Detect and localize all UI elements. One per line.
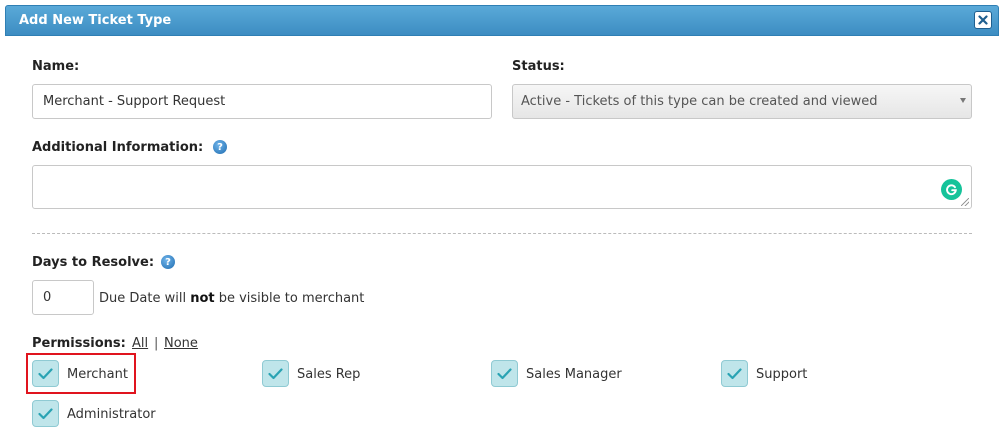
- close-icon[interactable]: [974, 11, 992, 29]
- administrator-checkbox-label[interactable]: Administrator: [67, 407, 156, 422]
- administrator-checkbox[interactable]: [32, 400, 59, 427]
- merchant-checkbox[interactable]: [32, 360, 59, 387]
- add-ticket-type-dialog: Add New Ticket Type Name: Status: Active…: [0, 0, 1002, 441]
- checkmark-icon: [38, 367, 53, 379]
- chevron-down-icon: [960, 98, 966, 103]
- name-field[interactable]: [32, 84, 492, 119]
- dialog-titlebar: Add New Ticket Type: [5, 5, 999, 36]
- help-glyph: ?: [217, 141, 223, 153]
- checkmark-icon: [497, 367, 512, 379]
- help-icon[interactable]: ?: [213, 140, 227, 154]
- status-select-value: Active - Tickets of this type can be cre…: [521, 94, 878, 109]
- days-to-resolve-label: Days to Resolve:: [32, 255, 155, 270]
- grammarly-icon[interactable]: [941, 179, 962, 200]
- sales-manager-checkbox-label[interactable]: Sales Manager: [526, 367, 622, 382]
- due-date-note-pre: Due Date will: [99, 291, 191, 306]
- sales-rep-checkbox-label[interactable]: Sales Rep: [297, 367, 360, 382]
- name-label: Name:: [32, 59, 80, 74]
- due-date-note: Due Date will not be visible to merchant: [99, 291, 364, 306]
- additional-info-textarea[interactable]: [32, 165, 972, 209]
- link-separator: |: [154, 336, 159, 351]
- help-glyph: ?: [165, 256, 171, 268]
- support-checkbox[interactable]: [721, 360, 748, 387]
- permissions-label: Permissions:: [32, 336, 126, 351]
- checkmark-icon: [268, 367, 283, 379]
- checkmark-icon: [727, 367, 742, 379]
- checkmark-icon: [38, 407, 53, 419]
- sales-manager-checkbox[interactable]: [491, 360, 518, 387]
- additional-info-label: Additional Information:: [32, 140, 204, 155]
- section-divider: [32, 233, 972, 234]
- select-none-link[interactable]: None: [164, 336, 198, 351]
- help-icon[interactable]: ?: [161, 255, 175, 269]
- select-all-link[interactable]: All: [132, 336, 148, 351]
- sales-rep-checkbox[interactable]: [262, 360, 289, 387]
- support-checkbox-label[interactable]: Support: [756, 367, 807, 382]
- due-date-note-post: be visible to merchant: [214, 291, 365, 306]
- status-label: Status:: [512, 59, 565, 74]
- resize-handle[interactable]: [961, 198, 969, 206]
- merchant-checkbox-label[interactable]: Merchant: [67, 367, 128, 382]
- days-to-resolve-field[interactable]: [32, 280, 94, 315]
- dialog-title: Add New Ticket Type: [19, 13, 172, 28]
- due-date-note-bold: not: [190, 291, 215, 306]
- status-select[interactable]: Active - Tickets of this type can be cre…: [512, 84, 972, 119]
